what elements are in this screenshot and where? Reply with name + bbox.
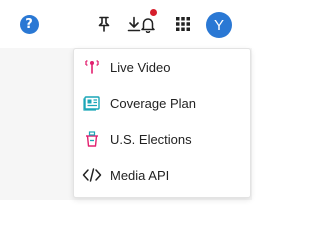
apps-grid-icon	[176, 17, 190, 31]
us-elections-icon	[82, 129, 102, 149]
apps-dropdown-menu: Live Video Coverage Plan U.S. Elections …	[73, 48, 251, 198]
help-icon: ?	[19, 14, 39, 34]
bell-icon	[141, 18, 155, 33]
menu-item-label: Media API	[110, 167, 170, 183]
menu-item-coverage-plan[interactable]: Coverage Plan	[74, 85, 250, 121]
pin-button[interactable]	[92, 12, 116, 36]
menu-item-label: Live Video	[110, 59, 171, 75]
menu-item-label: Coverage Plan	[110, 95, 196, 111]
apps-button[interactable]	[171, 12, 195, 36]
code-icon	[82, 165, 102, 185]
page: ? Y Live Video Coverage Plan U.S. Electi…	[0, 0, 252, 200]
coverage-plan-icon	[82, 93, 102, 113]
menu-item-live-video[interactable]: Live Video	[74, 49, 250, 85]
live-video-icon	[82, 57, 102, 77]
notification-dot	[150, 9, 157, 16]
menu-item-label: U.S. Elections	[110, 131, 192, 147]
notifications-button[interactable]	[136, 9, 160, 36]
menu-item-us-elections[interactable]: U.S. Elections	[74, 121, 250, 157]
pin-icon	[98, 16, 110, 32]
help-button[interactable]: ?	[17, 12, 41, 36]
menu-item-media-api[interactable]: Media API	[74, 157, 250, 193]
user-avatar[interactable]: Y	[206, 12, 232, 38]
top-toolbar: ? Y	[0, 0, 252, 48]
